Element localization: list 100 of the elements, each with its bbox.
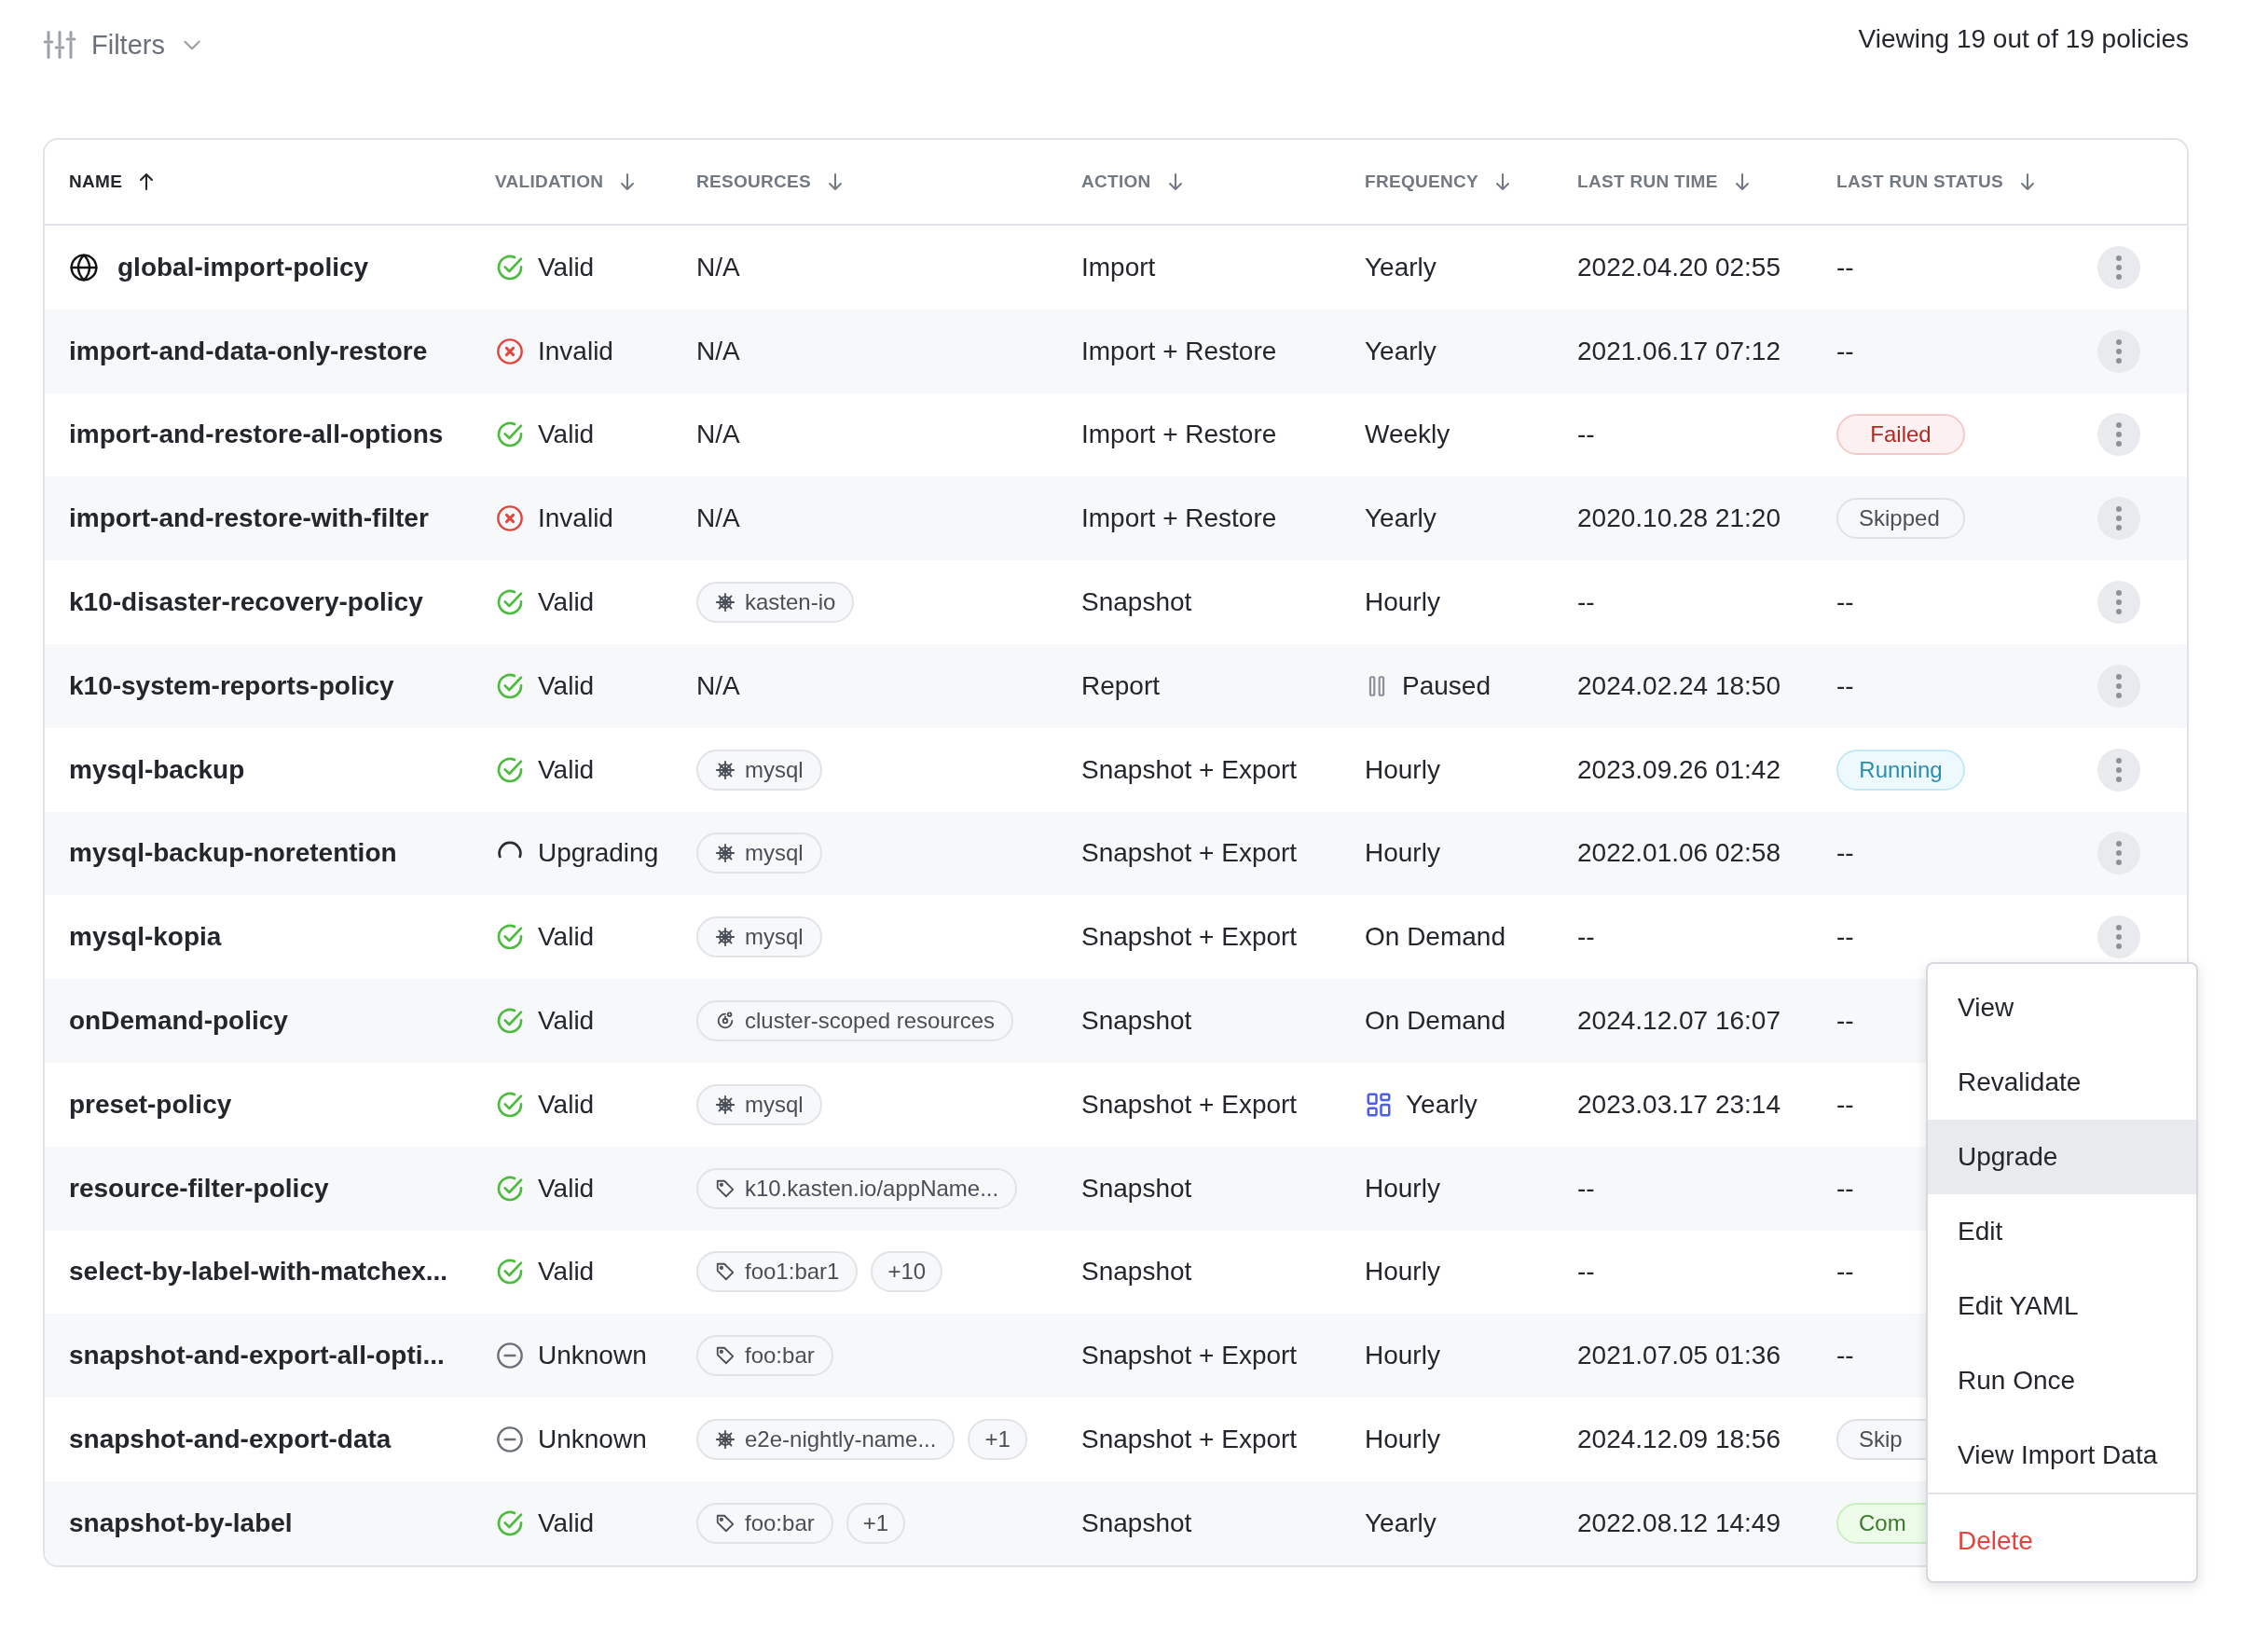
policy-name[interactable]: snapshot-by-label [69,1507,293,1538]
x-circle-icon [495,336,525,366]
resource-chip[interactable]: e2e-nightly-name... [696,1419,956,1461]
tag-icon [715,1512,736,1534]
last-run-time: 2024.12.07 16:07 [1577,1006,1780,1037]
more-count-chip[interactable]: +1 [968,1419,1027,1461]
column-header[interactable]: FREQUENCY [1365,171,1514,193]
more-options-button[interactable] [2097,832,2140,875]
resource-chip[interactable]: kasten-io [696,582,855,624]
last-run-time: -- [1577,1257,1595,1287]
policy-name[interactable]: preset-policy [69,1089,232,1120]
resource-chip[interactable]: cluster-scoped resources [696,1000,1014,1042]
menu-item[interactable]: Upgrade [1928,1120,2196,1194]
more-options-button[interactable] [2097,329,2140,373]
last-run-time: 2021.06.17 07:12 [1577,336,1780,366]
kebab-icon [2115,840,2123,867]
action-text: Snapshot + Export [1081,1341,1298,1371]
resources-text: N/A [696,420,740,450]
last-run-time: -- [1577,420,1595,450]
column-header[interactable]: NAME [69,171,158,193]
resource-chip[interactable]: foo:bar [696,1335,833,1377]
column-header[interactable]: VALIDATION [495,171,639,193]
action-text: Snapshot + Export [1081,1089,1298,1120]
policy-name[interactable]: select-by-label-with-matchex... [69,1257,448,1287]
more-options-button[interactable] [2097,245,2140,289]
menu-item[interactable]: Run Once [1928,1343,2196,1418]
policy-name[interactable]: resource-filter-policy [69,1173,329,1204]
policy-name[interactable]: k10-system-reports-policy [69,670,394,701]
resources-text: N/A [696,503,740,534]
frequency-text: Hourly [1365,754,1440,785]
column-header[interactable]: ACTION [1081,171,1187,193]
last-run-time: -- [1577,587,1595,618]
policy-name[interactable]: k10-disaster-recovery-policy [69,587,423,618]
x-circle-icon [495,503,525,534]
status-text: -- [1836,336,1854,366]
last-run-time: 2020.10.28 21:20 [1577,503,1780,534]
action-text: Import [1081,252,1156,282]
status-text: -- [1836,922,1854,953]
more-options-button[interactable] [2097,581,2140,625]
policy-count-summary: Viewing 19 out of 19 policies [1858,24,2189,54]
more-options-button[interactable] [2097,497,2140,541]
resources-text: N/A [696,670,740,701]
column-header[interactable]: LAST RUN STATUS [1836,171,2039,193]
validation-status: Upgrading [538,838,659,869]
policy-name[interactable]: import-and-restore-with-filter [69,503,429,534]
kebab-icon [2115,254,2123,281]
policy-name[interactable]: global-import-policy [117,252,369,282]
kebab-icon [2115,589,2123,616]
frequency-text: On Demand [1365,922,1505,953]
validation-status: Invalid [538,336,613,366]
resource-chip[interactable]: k10.kasten.io/appName... [696,1167,1018,1209]
kebab-icon [2115,505,2123,532]
menu-item[interactable]: Revalidate [1928,1045,2196,1120]
kebab-icon [2115,756,2123,783]
filter-sliders-icon [43,28,76,62]
policy-name[interactable]: onDemand-policy [69,1006,288,1037]
policy-name[interactable]: import-and-data-only-restore [69,336,428,366]
policy-name[interactable]: mysql-backup-noretention [69,838,397,869]
status-text: -- [1836,838,1854,869]
action-text: Import + Restore [1081,420,1277,450]
helm-wheel-icon [715,1094,736,1115]
action-text: Snapshot [1081,1257,1192,1287]
resource-chip[interactable]: mysql [696,1083,822,1125]
last-run-time: 2021.07.05 01:36 [1577,1341,1780,1371]
more-options-button[interactable] [2097,915,2140,959]
more-count-chip[interactable]: +1 [846,1502,906,1544]
resource-chip[interactable]: mysql [696,749,822,791]
policy-name[interactable]: snapshot-and-export-data [69,1425,392,1455]
status-text: -- [1836,1089,1854,1120]
menu-item[interactable]: Edit [1928,1194,2196,1269]
status-badge: Running [1836,749,1965,791]
status-text: -- [1836,252,1854,282]
action-text: Snapshot + Export [1081,922,1298,953]
action-text: Snapshot [1081,1006,1192,1037]
filters-button[interactable]: Filters [43,28,204,62]
column-header[interactable]: LAST RUN TIME [1577,171,1753,193]
menu-item[interactable]: View [1928,971,2196,1045]
last-run-time: 2022.04.20 02:55 [1577,252,1780,282]
resource-chip[interactable]: mysql [696,916,822,958]
last-run-time: 2024.12.09 18:56 [1577,1425,1780,1455]
more-options-button[interactable] [2097,664,2140,708]
frequency-text: Hourly [1365,1425,1440,1455]
policy-name[interactable]: snapshot-and-export-all-opti... [69,1341,445,1371]
validation-status: Unknown [538,1341,647,1371]
more-options-button[interactable] [2097,413,2140,457]
action-text: Report [1081,670,1161,701]
validation-status: Valid [538,252,595,282]
menu-item[interactable]: Edit YAML [1928,1269,2196,1343]
validation-status: Invalid [538,503,613,534]
resource-chip[interactable]: foo1:bar1 [696,1251,859,1293]
resource-chip[interactable]: foo:bar [696,1502,833,1544]
policy-name[interactable]: mysql-backup [69,754,245,785]
resource-chip[interactable]: mysql [696,833,822,874]
policy-name[interactable]: mysql-kopia [69,922,222,953]
more-count-chip[interactable]: +10 [871,1251,943,1293]
policy-name[interactable]: import-and-restore-all-options [69,420,444,450]
column-header[interactable]: RESOURCES [696,171,847,193]
more-options-button[interactable] [2097,748,2140,792]
last-run-time: 2023.09.26 01:42 [1577,754,1780,785]
status-text: -- [1836,1257,1854,1287]
